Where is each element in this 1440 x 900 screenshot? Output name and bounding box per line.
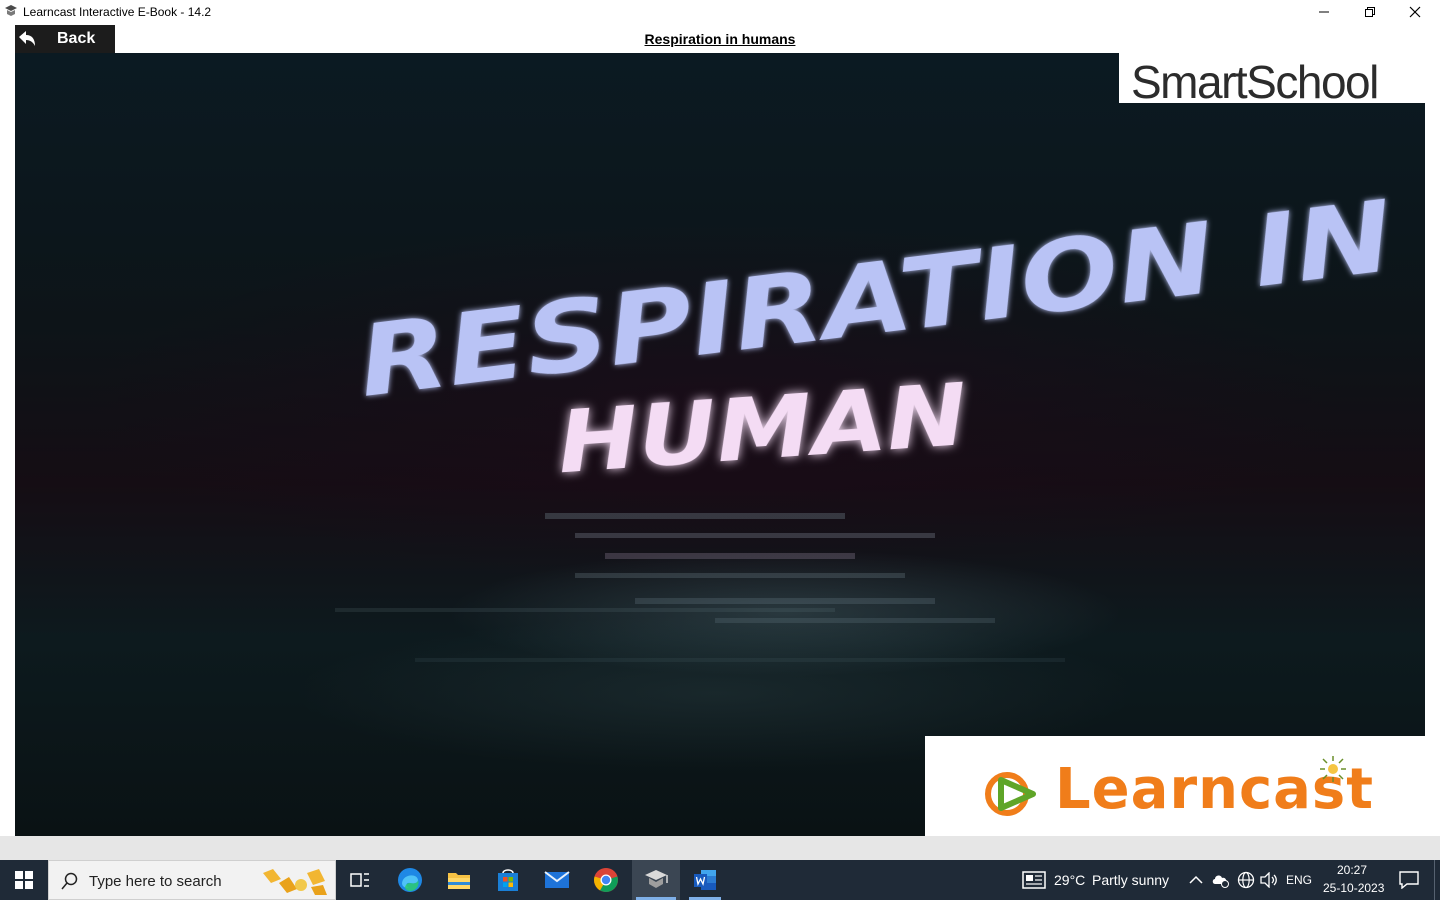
file-explorer-icon: [448, 873, 470, 889]
search-highlight-icon: [263, 869, 327, 895]
weather-temperature: 29°C: [1054, 872, 1086, 888]
start-button[interactable]: [0, 860, 48, 900]
taskbar-edge[interactable]: [386, 860, 434, 900]
smartschool-logo-text: SmartSchool: [1131, 56, 1379, 108]
show-hidden-icons-button[interactable]: [1184, 860, 1208, 900]
language-indicator: ENG: [1285, 873, 1312, 887]
globe-icon: [1237, 871, 1255, 889]
restore-icon: [1365, 7, 1375, 17]
window-title: Learncast Interactive E-Book - 14.2: [23, 5, 212, 19]
video-frame: RESPIRATION IN HUMAN: [335, 180, 1399, 662]
start-icon: [15, 871, 33, 889]
weather-description: Partly sunny: [1092, 872, 1170, 888]
minimize-icon: [1319, 11, 1329, 13]
word-icon: [694, 870, 716, 890]
taskbar-word[interactable]: [681, 860, 729, 900]
smartschool-logo: SmartSchool: [1119, 53, 1425, 108]
volume-button[interactable]: [1257, 860, 1281, 900]
title-bar: Learncast Interactive E-Book - 14.2: [0, 0, 1440, 24]
video-player[interactable]: RESPIRATION IN HUMAN SmartSchool: [15, 53, 1425, 836]
learncast-sun-icon: [1320, 756, 1346, 782]
notification-icon: [1399, 871, 1419, 889]
water-reflection: [335, 513, 1065, 662]
minimize-button[interactable]: [1301, 0, 1347, 24]
taskbar-mail[interactable]: [533, 860, 581, 900]
taskbar-learncast[interactable]: [632, 860, 680, 900]
close-icon: [1409, 6, 1421, 18]
weather-widget[interactable]: 29°C Partly sunny: [1018, 860, 1174, 900]
task-view-button[interactable]: [336, 860, 384, 900]
chrome-icon: [594, 868, 618, 892]
taskbar-file-explorer[interactable]: [435, 860, 483, 900]
search-placeholder: Type here to search: [89, 873, 222, 890]
task-view-icon: [350, 873, 369, 887]
search-icon: [61, 872, 78, 890]
cloud-sync-icon: [1212, 875, 1229, 888]
taskbar-search[interactable]: Type here to search: [48, 860, 336, 900]
show-desktop-button[interactable]: [1434, 860, 1440, 900]
learncast-logo: Learncast: [925, 736, 1440, 836]
store-icon: [498, 869, 518, 891]
news-icon: [1022, 871, 1046, 889]
input-language-button[interactable]: ENG: [1281, 860, 1317, 900]
edge-icon: [398, 868, 422, 892]
clock-button[interactable]: 20:27 25-10-2023: [1318, 860, 1388, 900]
taskbar: Type here to search 29°C Partly sunny EN…: [0, 860, 1440, 900]
taskbar-chrome[interactable]: [582, 860, 630, 900]
speaker-icon: [1260, 872, 1277, 888]
clock-time: 20:27: [1337, 863, 1368, 877]
page-title: Respiration in humans: [644, 31, 796, 47]
clock-date: 25-10-2023: [1323, 881, 1385, 895]
learncast-icon: [645, 870, 668, 888]
mail-icon: [544, 871, 570, 888]
learncast-play-icon: [985, 772, 1036, 816]
restore-button[interactable]: [1347, 0, 1393, 24]
notification-center-button[interactable]: [1390, 860, 1428, 900]
close-button[interactable]: [1392, 0, 1438, 24]
taskbar-store[interactable]: [484, 860, 532, 900]
network-button[interactable]: [1234, 860, 1258, 900]
learncast-app-icon: [5, 5, 17, 16]
status-strip: [0, 836, 1440, 860]
onedrive-button[interactable]: [1208, 860, 1234, 900]
chevron-up-icon: [1189, 875, 1203, 884]
